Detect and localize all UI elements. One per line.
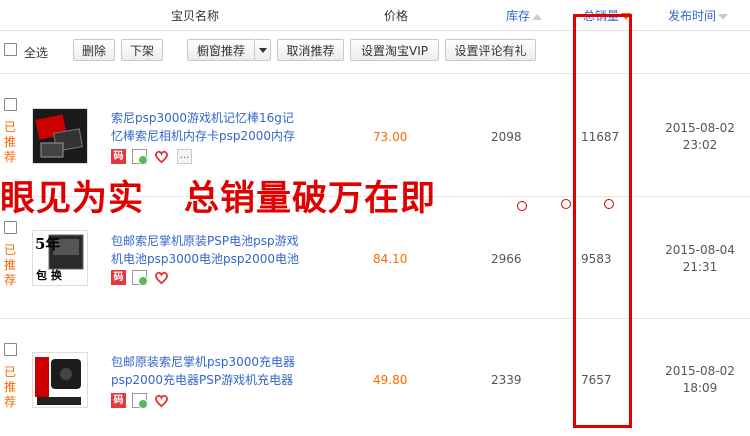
col-price-header: 价格 — [384, 9, 409, 23]
promo-text-left: 眼见为实 — [0, 178, 145, 219]
price-value: 49.80 — [373, 373, 408, 387]
product-title-line: 机电池psp3000电池psp2000电池 — [111, 252, 300, 266]
publish-clock: 23:02 — [682, 138, 718, 152]
price-value: 84.10 — [373, 252, 408, 266]
price-value: 73.00 — [373, 130, 408, 144]
mobile-check-icon[interactable] — [132, 149, 148, 165]
mobile-check-icon[interactable] — [132, 393, 148, 409]
publish-time: 2015-08-04 21:31 — [662, 242, 738, 276]
warranty-label: 5年 — [35, 235, 61, 253]
product-title-link[interactable]: 包邮原装索尼掌机psp3000充电器 psp2000充电器PSP游戏机充电器 — [111, 353, 311, 389]
heart-icon[interactable] — [154, 393, 169, 408]
exchange-label: 包 换 — [36, 269, 62, 282]
row-checkbox[interactable] — [4, 98, 17, 111]
batch-toolbar: 全选 删除 下架 橱窗推荐 取消推荐 设置淘宝VIP 设置评论有礼 — [0, 31, 750, 74]
product-thumbnail[interactable] — [32, 108, 88, 164]
recommend-badge: 已推荐 — [3, 365, 16, 409]
decor-circle — [561, 199, 571, 209]
code-icon[interactable]: 码 — [111, 270, 126, 285]
recommend-badge: 已推荐 — [3, 243, 16, 287]
code-icon[interactable]: 码 — [111, 393, 126, 408]
col-time-label: 发布时间 — [668, 9, 717, 23]
stock-value: 2339 — [491, 373, 522, 387]
product-thumbnail[interactable] — [32, 352, 88, 408]
col-stock-header[interactable]: 库存 — [506, 7, 543, 24]
publish-date: 2015-08-02 — [665, 121, 735, 135]
publish-clock: 18:09 — [682, 381, 718, 395]
sort-down-icon — [718, 13, 729, 20]
col-time-header[interactable]: 发布时间 — [668, 7, 729, 24]
promo-text-right: 总销量破万在即 — [184, 178, 437, 219]
select-all-checkbox[interactable] — [4, 43, 17, 56]
row-checkbox[interactable] — [4, 343, 17, 356]
delete-button[interactable]: 删除 — [73, 39, 115, 61]
col-stock-label: 库存 — [506, 9, 531, 23]
publish-time: 2015-08-02 18:09 — [662, 363, 738, 397]
window-recommend-dropdown-icon[interactable] — [254, 39, 271, 61]
mobile-check-icon[interactable] — [132, 270, 148, 286]
stock-value: 2098 — [491, 130, 522, 144]
product-title-line: 包邮索尼掌机原装PSP电池psp游戏 — [111, 234, 299, 248]
row-checkbox[interactable] — [4, 221, 17, 234]
promo-overlay: 眼见为实 总销量破万在即 — [0, 170, 436, 221]
product-title-link[interactable]: 包邮索尼掌机原装PSP电池psp游戏 机电池psp3000电池psp2000电池 — [111, 232, 311, 268]
table-row: 已推荐 包邮原装索尼掌机psp3000充电器 psp2000充电器PSP游戏机充… — [0, 319, 750, 436]
window-recommend-button[interactable]: 橱窗推荐 — [187, 39, 254, 61]
product-title-line: 索尼psp3000游戏机记忆棒16g记 — [111, 111, 294, 125]
publish-date: 2015-08-04 — [665, 243, 735, 257]
recommend-badge: 已推荐 — [3, 120, 16, 164]
stock-value: 2966 — [491, 252, 522, 266]
set-review-gift-button[interactable]: 设置评论有礼 — [445, 39, 536, 61]
code-icon[interactable]: 码 — [111, 149, 126, 164]
set-vip-button[interactable]: 设置淘宝VIP — [350, 39, 439, 61]
product-title-link[interactable]: 索尼psp3000游戏机记忆棒16g记 忆棒索尼相机内存卡psp2000内存 — [111, 109, 311, 145]
product-title-line: 忆棒索尼相机内存卡psp2000内存 — [111, 129, 296, 143]
table-header: 宝贝名称 价格 库存 总销量 发布时间 — [0, 0, 750, 31]
sales-highlight-box — [573, 14, 632, 428]
decor-circle — [517, 201, 527, 211]
more-icon[interactable]: ... — [177, 149, 192, 164]
product-title-line: psp2000充电器PSP游戏机充电器 — [111, 373, 294, 387]
cancel-recommend-button[interactable]: 取消推荐 — [277, 39, 344, 61]
sort-up-icon — [532, 13, 543, 20]
col-name-header: 宝贝名称 — [171, 9, 220, 23]
heart-icon[interactable] — [154, 270, 169, 285]
select-all-label: 全选 — [24, 46, 49, 60]
delist-button[interactable]: 下架 — [121, 39, 163, 61]
product-thumbnail[interactable]: 5年 包 换 — [32, 230, 88, 286]
heart-icon[interactable] — [154, 149, 169, 164]
publish-time: 2015-08-02 23:02 — [662, 120, 738, 154]
publish-clock: 21:31 — [682, 260, 718, 274]
publish-date: 2015-08-02 — [665, 364, 735, 378]
product-title-line: 包邮原装索尼掌机psp3000充电器 — [111, 355, 296, 369]
